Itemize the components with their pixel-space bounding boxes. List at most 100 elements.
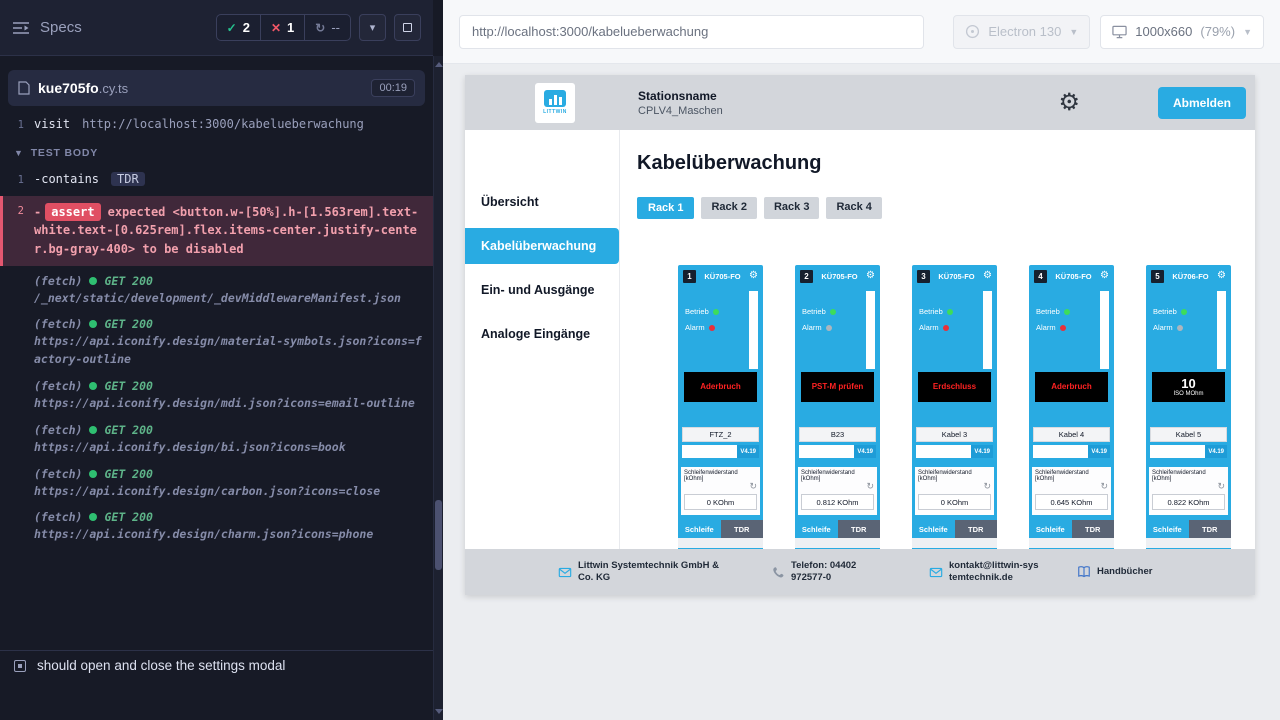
rack-tab[interactable]: Rack 4: [826, 197, 881, 219]
resistance-value: 0.822 KOhm: [1152, 494, 1225, 510]
tdr-button[interactable]: TDR: [955, 520, 998, 538]
alarm-led: [943, 325, 949, 331]
stop-icon: [403, 23, 412, 32]
firmware-version: V4.19: [737, 445, 759, 458]
schleife-button[interactable]: Schleife: [1146, 520, 1189, 538]
sidebar-item-label: Analoge Eingänge: [481, 327, 590, 341]
alarm-label: Alarm: [919, 323, 939, 332]
fetch-row[interactable]: (fetch) GET 200 https://api.iconify.desi…: [0, 418, 433, 462]
fetch-row[interactable]: (fetch) GET 200 https://api.iconify.desi…: [0, 462, 433, 506]
schleife-button[interactable]: Schleife: [678, 520, 721, 538]
card-buttons: Schleife TDR: [912, 520, 997, 538]
command-log: 1 visithttp://localhost:3000/kabelueberw…: [0, 106, 433, 549]
card-buttons: Schleife TDR: [678, 520, 763, 538]
fetch-row[interactable]: (fetch) GET 200 https://api.iconify.desi…: [0, 374, 433, 418]
firmware-version: V4.19: [971, 445, 993, 458]
chevron-down-icon: ▼: [1069, 27, 1078, 37]
tdr-button[interactable]: TDR: [1072, 520, 1115, 538]
next-test-bar[interactable]: should open and close the settings modal: [0, 650, 433, 680]
test-body-section[interactable]: ▼ TEST BODY: [0, 137, 433, 167]
sidebar-item[interactable]: Ein- und Ausgänge: [465, 268, 619, 312]
phone-icon: [772, 566, 785, 579]
logout-button[interactable]: Abmelden: [1158, 87, 1246, 119]
footer-manuals[interactable]: Handbücher: [1077, 565, 1152, 579]
fetch-status: GET 200: [104, 379, 152, 393]
card-gear-icon[interactable]: ⚙: [749, 271, 758, 281]
resistance-value: 0.645 KOhm: [1035, 494, 1108, 510]
reporter-scrollbar[interactable]: [433, 56, 443, 720]
fetch-row[interactable]: (fetch) GET 200 /_next/static/developmen…: [0, 269, 433, 313]
refresh-icon[interactable]: ↻: [749, 482, 757, 491]
status-unit: ISO MOhm: [1173, 391, 1203, 397]
settings-gear-icon[interactable]: ⚙: [1058, 91, 1080, 115]
card-gear-icon[interactable]: ⚙: [983, 271, 992, 281]
sidebar-item-label: Kabelüberwachung: [481, 239, 596, 253]
scroll-up-arrow[interactable]: [435, 62, 443, 67]
sidebar-item[interactable]: Analoge Eingänge: [465, 312, 619, 356]
card-gear-icon[interactable]: ⚙: [1100, 271, 1109, 281]
alarm-label: Alarm: [1153, 323, 1173, 332]
schleife-button[interactable]: Schleife: [912, 520, 955, 538]
fetch-row[interactable]: (fetch) GET 200 https://api.iconify.desi…: [0, 505, 433, 549]
fetch-label: (fetch): [34, 423, 82, 437]
alarm-label: Alarm: [802, 323, 822, 332]
fetch-label: (fetch): [34, 510, 82, 524]
company-name: Littwin Systemtechnik GmbH & Co. KG: [578, 560, 736, 585]
app-footer: Littwin Systemtechnik GmbH & Co. KG Tele…: [465, 549, 1255, 595]
app-sidebar: Übersicht Kabelüberwachung Ein- und Ausg…: [465, 130, 620, 549]
card-number: 5: [1151, 270, 1164, 283]
alarm-label: Alarm: [1036, 323, 1056, 332]
alarm-led: [1177, 325, 1183, 331]
refresh-icon[interactable]: ↻: [1217, 482, 1225, 491]
url-input[interactable]: [459, 15, 924, 49]
status-message: Aderbruch: [698, 382, 742, 391]
rack-tab[interactable]: Rack 2: [701, 197, 756, 219]
rack-tab[interactable]: Rack 1: [637, 197, 694, 219]
sidebar-item[interactable]: Kabelüberwachung: [465, 228, 619, 264]
stat-failed: ✕ 1: [261, 15, 305, 40]
firmware-version: V4.19: [1205, 445, 1227, 458]
refresh-icon[interactable]: ↻: [866, 482, 874, 491]
fetch-label: (fetch): [34, 317, 82, 331]
viewport-zoom: (79%): [1200, 24, 1235, 39]
spec-header[interactable]: kue705fo.cy.ts 00:19: [8, 70, 425, 106]
refresh-icon[interactable]: ↻: [983, 482, 991, 491]
pending-icon: ↻: [315, 21, 325, 35]
command-visit[interactable]: 1 visithttp://localhost:3000/kabelueberw…: [0, 112, 433, 137]
card-gear-icon[interactable]: ⚙: [1217, 271, 1226, 281]
specs-menu[interactable]: Specs: [12, 19, 82, 36]
browser-toolbar: Electron 130 ▼ 1000x660 (79%) ▼: [443, 0, 1280, 64]
status-dot-icon: [89, 426, 97, 434]
device-card: 3 KÜ705-FO ⚙ Betrieb: [912, 265, 997, 549]
stat-pending: ↻ --: [305, 15, 350, 40]
rack-tab[interactable]: Rack 3: [764, 197, 819, 219]
fetch-row[interactable]: (fetch) GET 200 https://api.iconify.desi…: [0, 312, 433, 374]
scrollbar-thumb[interactable]: [435, 500, 442, 570]
browser-selector[interactable]: Electron 130 ▼: [953, 15, 1090, 49]
stop-button[interactable]: [394, 14, 421, 41]
email-icon: [929, 566, 943, 579]
email-icon: [558, 566, 572, 579]
refresh-icon[interactable]: ↻: [1100, 482, 1108, 491]
alarm-led: [709, 325, 715, 331]
schleife-button[interactable]: Schleife: [1029, 520, 1072, 538]
card-gear-icon[interactable]: ⚙: [866, 271, 875, 281]
card-buttons: Schleife TDR: [795, 520, 880, 538]
specs-menu-icon: [12, 21, 30, 35]
schleife-button[interactable]: Schleife: [795, 520, 838, 538]
sidebar-item[interactable]: Übersicht: [465, 180, 619, 224]
tdr-button[interactable]: TDR: [721, 520, 764, 538]
tdr-button[interactable]: TDR: [838, 520, 881, 538]
collapse-button[interactable]: ▾: [359, 14, 386, 41]
tdr-button[interactable]: TDR: [1189, 520, 1232, 538]
card-header: 2 KÜ705-FO ⚙: [795, 265, 880, 287]
book-icon: [1077, 565, 1091, 579]
scroll-down-arrow[interactable]: [435, 709, 443, 714]
card-bottom-strip: [912, 538, 997, 548]
command-assert-failed[interactable]: 2 -assertexpected <button.w-[50%].h-[1.5…: [0, 196, 433, 266]
command-contains[interactable]: 1 -containsTDR: [0, 167, 433, 192]
viewport-selector[interactable]: 1000x660 (79%) ▼: [1100, 15, 1264, 49]
status-display: Erdschluss: [918, 372, 991, 402]
card-bottom-strip: [795, 538, 880, 548]
app-header: LITTWIN Stationsname CPLV4_Maschen ⚙ Abm…: [465, 75, 1255, 130]
